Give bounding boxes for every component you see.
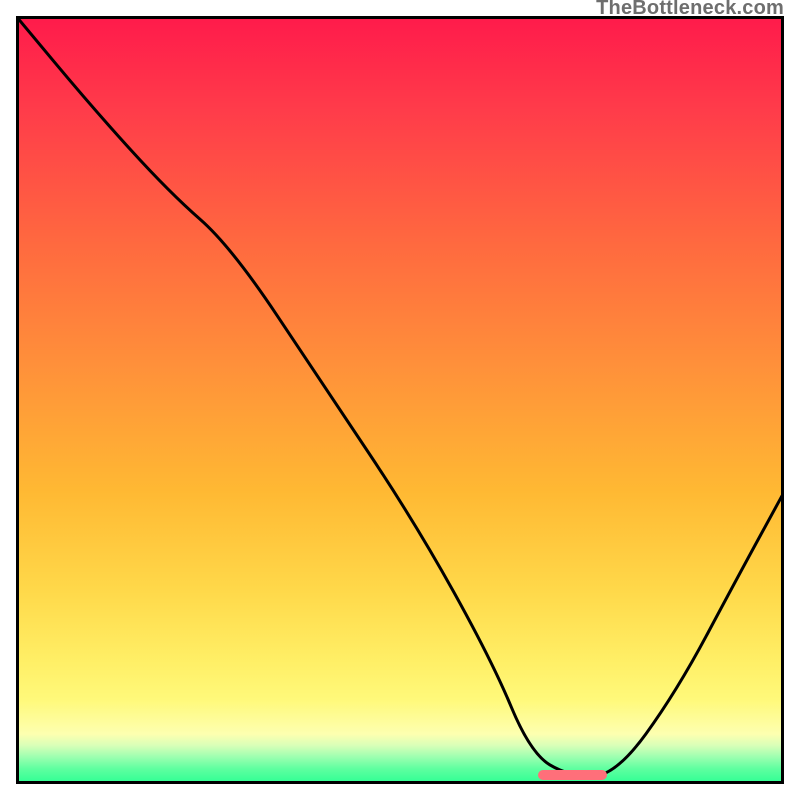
- bottleneck-curve-path: [16, 16, 784, 776]
- plot-area: [16, 16, 784, 784]
- curve-layer: [16, 16, 784, 784]
- optimal-range-marker: [538, 770, 607, 780]
- bottleneck-chart: TheBottleneck.com: [0, 0, 800, 800]
